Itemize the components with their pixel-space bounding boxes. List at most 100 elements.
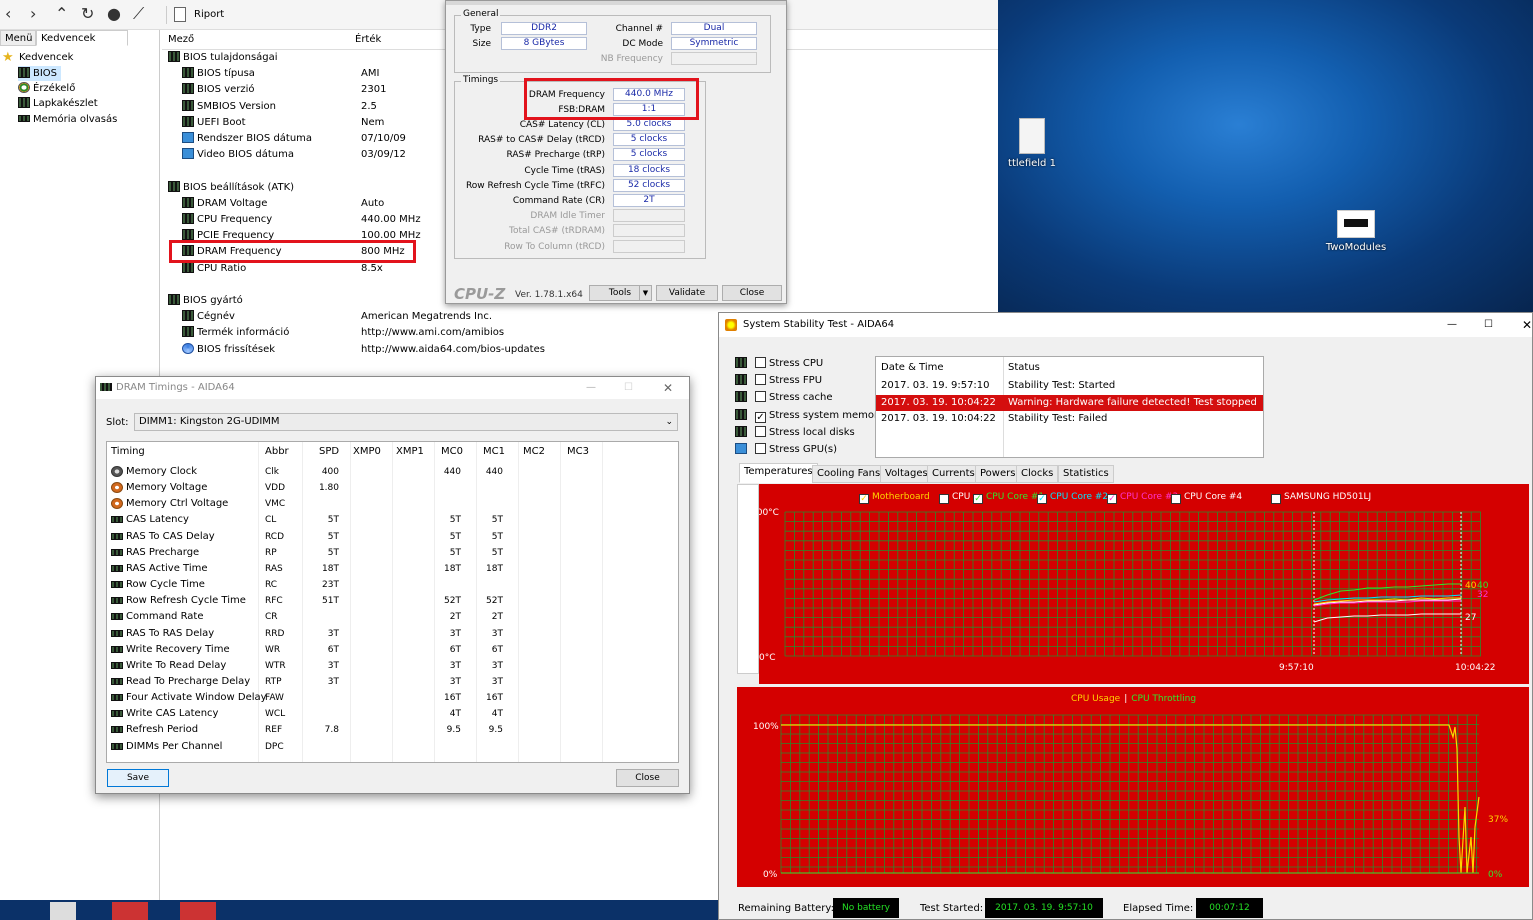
column-header[interactable]: Abbr — [265, 446, 289, 457]
minimize-icon[interactable]: — — [586, 377, 596, 399]
table-row[interactable]: Command Rate CR 2T 2T — [107, 609, 678, 625]
stress-option[interactable]: Stress local disks — [735, 425, 855, 440]
save-button[interactable]: Save — [107, 769, 169, 787]
taskbar-app-icon[interactable] — [180, 902, 216, 920]
column-header[interactable]: XMP1 — [396, 446, 424, 457]
desktop-icon-battlefield[interactable]: ttlefield 1 — [1002, 118, 1062, 169]
back-icon[interactable]: ‹ — [5, 5, 11, 23]
column-header[interactable]: XMP0 — [353, 446, 381, 457]
report-row[interactable]: UEFI Boot Nem — [182, 115, 384, 131]
tab-menu[interactable]: Menü — [0, 30, 36, 46]
tab-statistics[interactable]: Statistics — [1058, 465, 1114, 483]
table-row[interactable]: RAS To CAS Delay RCD 5T 5T 5T — [107, 529, 678, 545]
stress-checkbox[interactable] — [755, 374, 766, 386]
stress-option[interactable]: ✓ Stress system memory — [735, 408, 884, 423]
column-header-field[interactable]: Mező — [168, 34, 194, 45]
report-row[interactable]: Termék információ http://www.ami.com/amib… — [182, 325, 504, 341]
taskbar-app-icon[interactable] — [50, 902, 76, 920]
column-header-status[interactable]: Status — [1008, 360, 1040, 376]
tools-dropdown-icon[interactable]: ▼ — [639, 285, 652, 301]
table-row[interactable]: Read To Precharge Delay RTP 3T 3T 3T — [107, 674, 678, 690]
report-row[interactable]: DRAM Voltage Auto — [182, 196, 384, 212]
column-header[interactable]: SPD — [319, 446, 339, 457]
column-header-date[interactable]: Date & Time — [881, 360, 944, 376]
tab-currents[interactable]: Currents — [927, 465, 980, 483]
close-icon[interactable]: ✕ — [663, 377, 673, 399]
table-row[interactable]: Memory Clock Clk 400 440 440 — [107, 464, 678, 480]
report-row[interactable]: Video BIOS dátuma 03/09/12 — [182, 147, 406, 163]
tab-favorites[interactable]: Kedvencek — [36, 30, 128, 46]
report-row[interactable]: BIOS gyártó — [168, 293, 243, 309]
desktop-icon-twomodules[interactable]: TwoModules — [1320, 210, 1392, 253]
report-row[interactable]: Cégnév American Megatrends Inc. — [182, 309, 492, 325]
table-row[interactable]: RAS Active Time RAS 18T 18T 18T — [107, 561, 678, 577]
close-button[interactable]: Close — [722, 285, 782, 301]
column-header[interactable]: MC0 — [441, 446, 463, 457]
table-row[interactable]: RAS Precharge RP 5T 5T 5T — [107, 545, 678, 561]
tree-item-favorites[interactable]: ★ Kedvencek — [2, 50, 73, 65]
table-row[interactable]: Memory Ctrl Voltage VMC — [107, 496, 678, 512]
column-header-value[interactable]: Érték — [355, 34, 381, 45]
up-icon[interactable]: ⌃ — [55, 5, 68, 23]
stress-option[interactable]: Stress FPU — [735, 373, 822, 388]
report-row-link[interactable]: http://www.ami.com/amibios — [361, 325, 504, 341]
refresh-icon[interactable]: ↻ — [81, 5, 94, 23]
tree-item-sensor[interactable]: Érzékelő — [18, 81, 75, 96]
table-row[interactable]: RAS To RAS Delay RRD 3T 3T 3T — [107, 626, 678, 642]
table-row[interactable]: Write CAS Latency WCL 4T 4T — [107, 706, 678, 722]
stress-option[interactable]: Stress GPU(s) — [735, 442, 837, 457]
report-button[interactable]: Riport — [194, 9, 224, 20]
table-row[interactable]: Four Activate Window Delay FAW 16T 16T — [107, 690, 678, 706]
report-icon[interactable] — [174, 7, 186, 22]
report-row[interactable]: Rendszer BIOS dátuma 07/10/09 — [182, 131, 406, 147]
slot-select[interactable]: DIMM1: Kingston 2G-UDIMM ⌄ — [134, 413, 678, 431]
column-header[interactable]: MC2 — [523, 446, 545, 457]
user-icon[interactable]: ● — [107, 5, 121, 23]
column-header[interactable]: Timing — [111, 446, 145, 457]
stress-checkbox[interactable] — [755, 357, 766, 368]
stress-checkbox[interactable]: ✓ — [755, 411, 766, 423]
tab-cooling-fans[interactable]: Cooling Fans — [812, 465, 886, 483]
stress-option[interactable]: Stress cache — [735, 390, 833, 405]
report-row[interactable]: BIOS típusa AMI — [182, 66, 379, 82]
tab-temperatures[interactable]: Temperatures — [739, 463, 818, 483]
close-button[interactable]: Close — [616, 769, 679, 787]
close-icon[interactable]: ✕ — [1522, 313, 1532, 337]
chart-icon[interactable]: ⟋ — [133, 5, 144, 23]
tree-item-chipset[interactable]: Lapkakészlet — [18, 96, 98, 111]
report-row-link[interactable]: http://www.aida64.com/bios-updates — [361, 342, 545, 358]
log-row[interactable]: 2017. 03. 19. 9:57:10 Stability Test: Sta… — [876, 378, 1263, 394]
table-row[interactable]: Memory Voltage VDD 1.80 — [107, 480, 678, 496]
log-row[interactable]: 2017. 03. 19. 10:04:22 Stability Test: Fa… — [876, 411, 1263, 427]
column-header[interactable]: MC3 — [567, 446, 589, 457]
table-row[interactable]: Write Recovery Time WR 6T 6T 6T — [107, 642, 678, 658]
table-row[interactable]: Write To Read Delay WTR 3T 3T 3T — [107, 658, 678, 674]
tab-powers[interactable]: Powers — [975, 465, 1021, 483]
tree-item-memory-read[interactable]: Memória olvasás — [18, 112, 117, 127]
maximize-icon[interactable]: ☐ — [624, 377, 633, 399]
table-row[interactable]: Row Cycle Time RC 23T — [107, 577, 678, 593]
table-row[interactable]: Refresh Period REF 7.8 9.5 9.5 — [107, 722, 678, 738]
taskbar-app-icon[interactable] — [112, 902, 148, 920]
forward-icon[interactable]: › — [30, 5, 36, 23]
table-row[interactable]: CAS Latency CL 5T 5T 5T — [107, 512, 678, 528]
stress-checkbox[interactable] — [755, 425, 766, 437]
report-row[interactable]: BIOS tulajdonságai — [168, 50, 278, 66]
report-row[interactable]: CPU Frequency 440.00 MHz — [182, 212, 421, 228]
report-row[interactable]: BIOS beállítások (ATK) — [168, 180, 294, 196]
report-row[interactable]: BIOS verzió 2301 — [182, 82, 386, 98]
stress-option[interactable]: Stress CPU — [735, 356, 823, 371]
maximize-icon[interactable]: ☐ — [1484, 313, 1493, 337]
minimize-icon[interactable]: — — [1447, 313, 1457, 337]
stress-checkbox[interactable] — [755, 443, 766, 454]
validate-button[interactable]: Validate — [656, 285, 718, 301]
stress-checkbox[interactable] — [755, 391, 766, 403]
report-row[interactable]: BIOS frissítések http://www.aida64.com/bi… — [182, 342, 545, 358]
tree-item-bios[interactable]: BIOS — [18, 66, 62, 81]
tab-voltages[interactable]: Voltages — [880, 465, 933, 483]
column-header[interactable]: MC1 — [483, 446, 505, 457]
table-row[interactable]: Row Refresh Cycle Time RFC 51T 52T 52T — [107, 593, 678, 609]
report-row[interactable]: SMBIOS Version 2.5 — [182, 99, 377, 115]
tab-clocks[interactable]: Clocks — [1016, 465, 1059, 483]
table-row[interactable]: DIMMs Per Channel DPC — [107, 739, 678, 755]
